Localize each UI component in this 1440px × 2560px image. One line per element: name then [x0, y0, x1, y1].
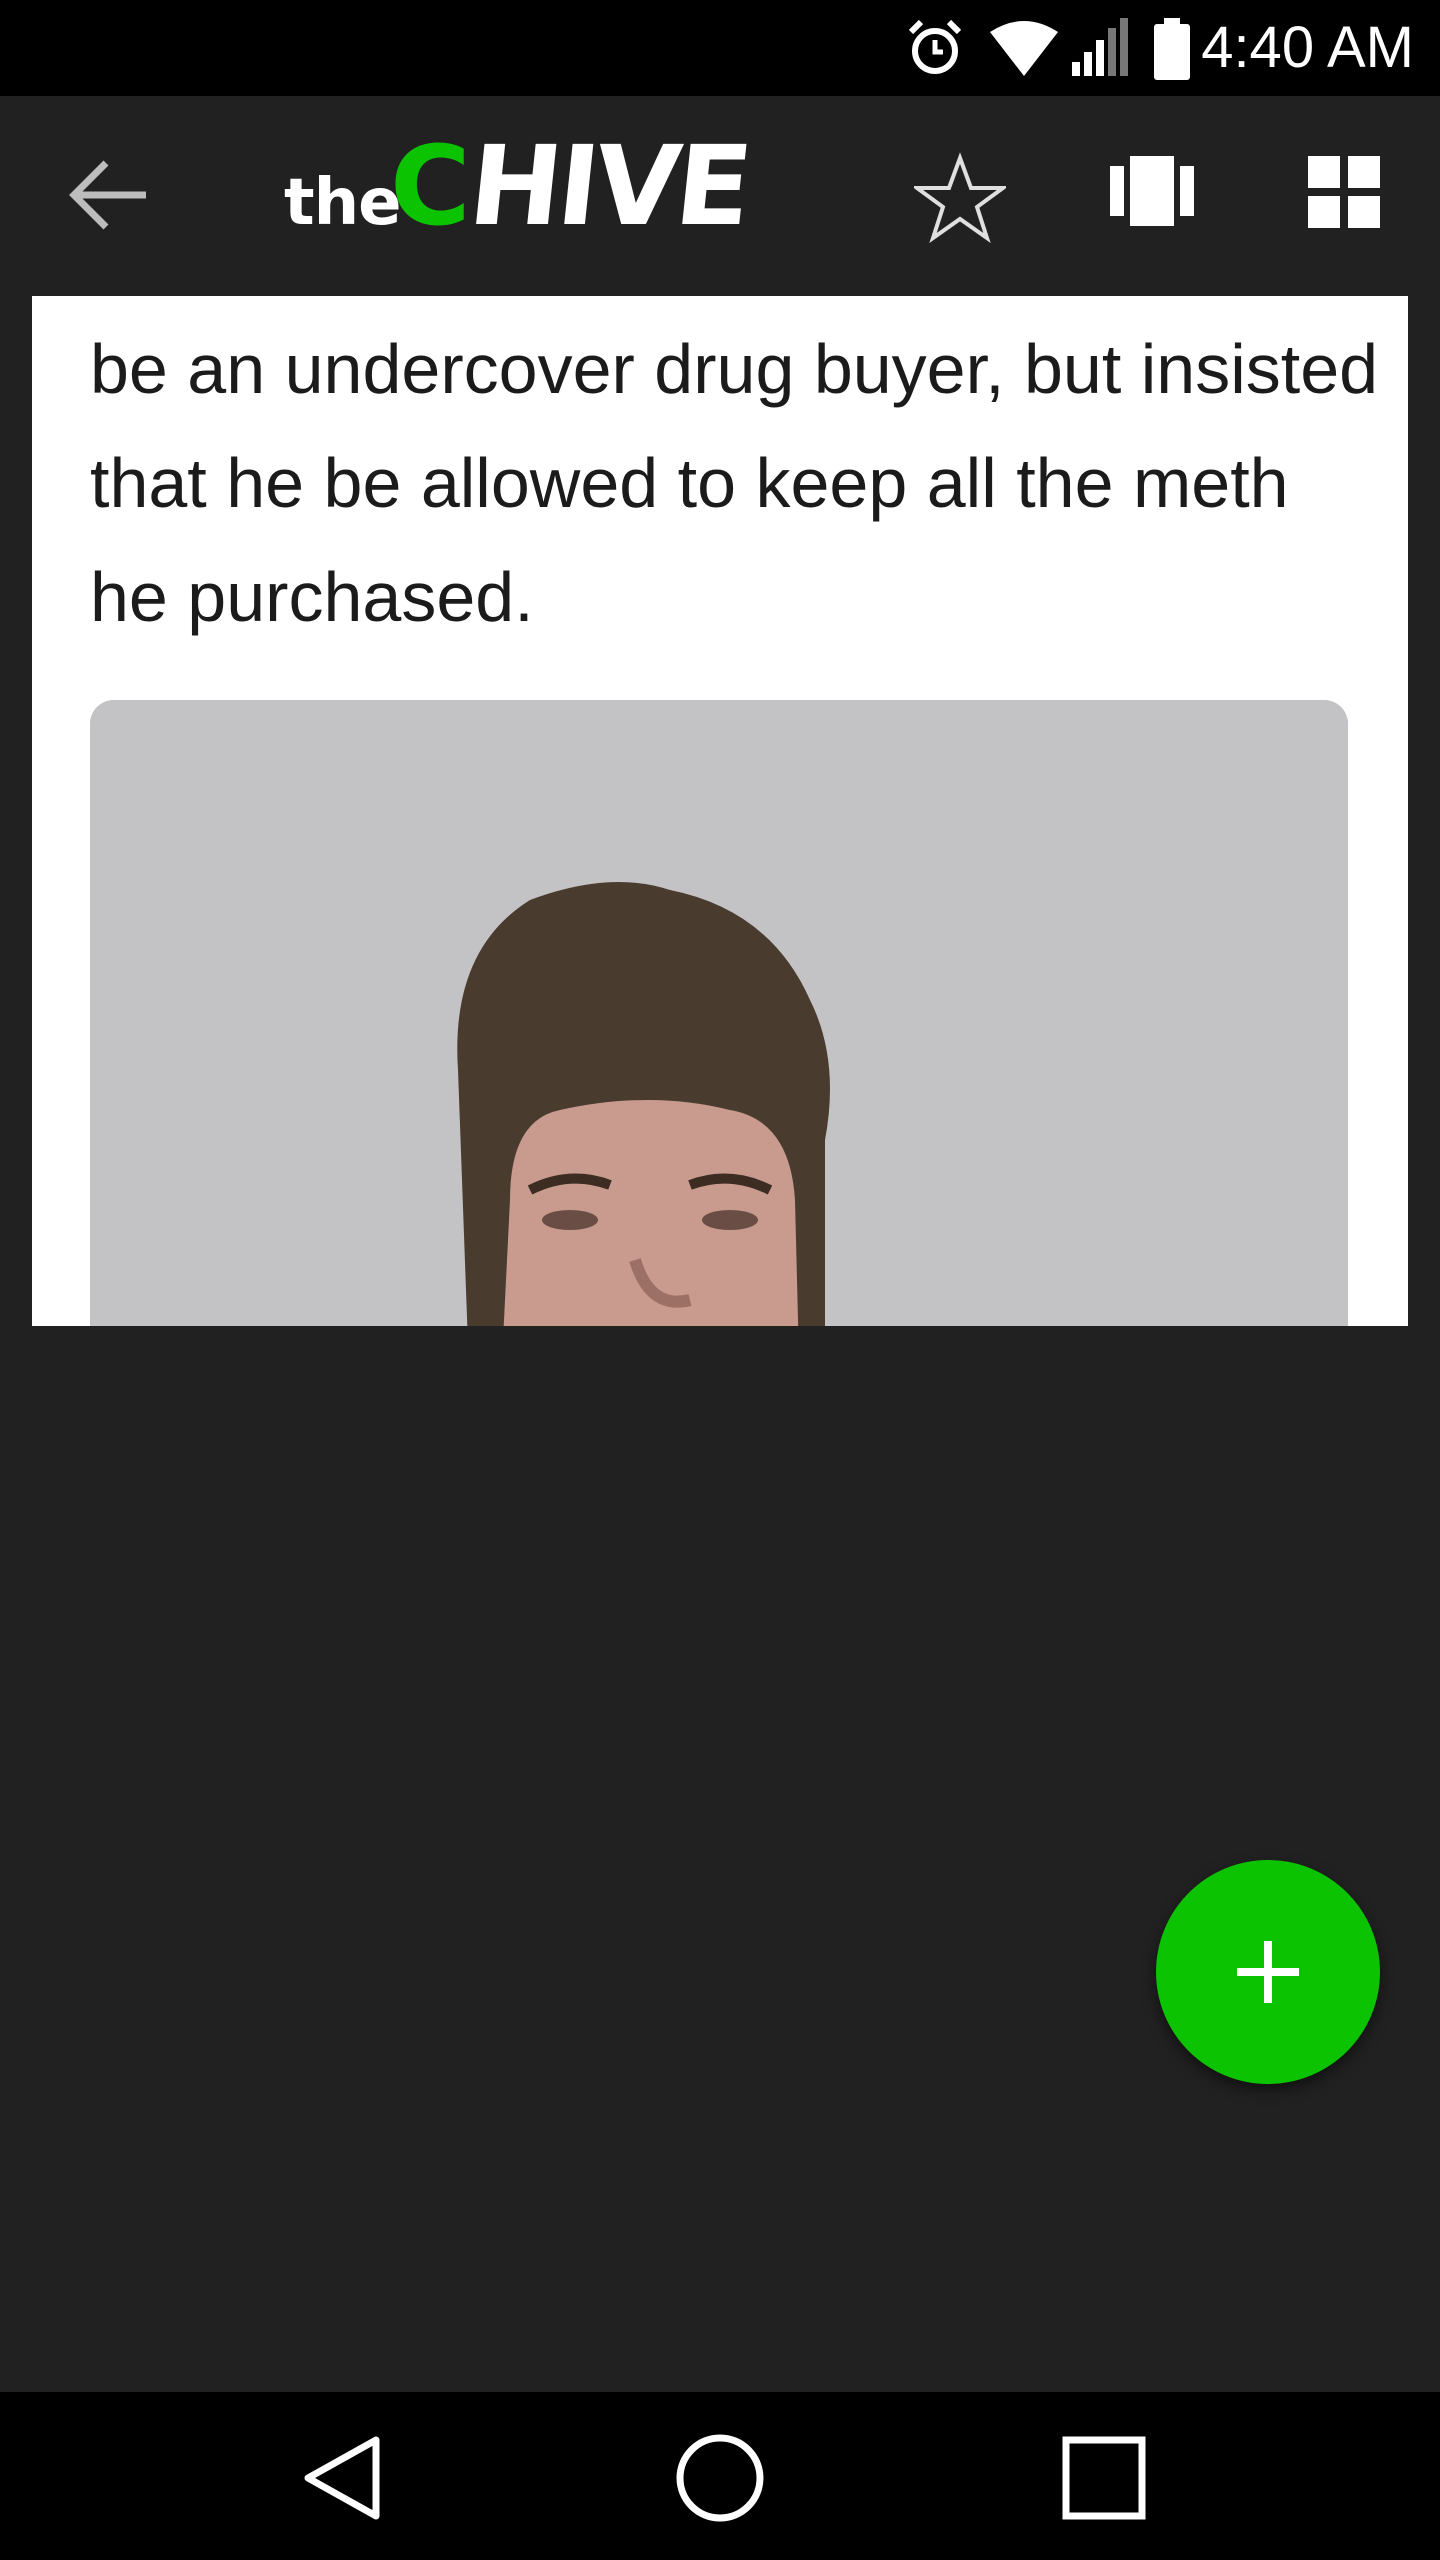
app-bar: the C HIVE	[0, 96, 1440, 296]
status-time: 4:40 AM	[1201, 15, 1414, 80]
alarm-icon	[908, 19, 962, 74]
star-icon[interactable]	[914, 152, 1006, 244]
signal-icon	[1072, 18, 1128, 76]
nav-recents-icon[interactable]	[1056, 2430, 1152, 2526]
post-card[interactable]: be an undercover drug buyer, but insiste…	[32, 296, 1408, 1326]
wifi-icon	[990, 21, 1058, 76]
logo-c: C	[390, 122, 471, 250]
thechive-logo: the C HIVE	[284, 122, 754, 256]
back-arrow-icon[interactable]	[60, 150, 160, 240]
card-view-icon[interactable]	[1110, 156, 1194, 226]
system-nav-bar	[0, 2392, 1440, 2560]
mugshot-photo[interactable]	[90, 700, 1348, 1326]
nav-back-icon[interactable]	[296, 2430, 392, 2526]
post-caption: be an undercover drug buyer, but insiste…	[90, 330, 1379, 636]
status-bar: 4:40 AM	[0, 0, 1440, 96]
add-fab-button[interactable]	[1156, 1860, 1380, 2084]
plus-icon	[1237, 1941, 1299, 2003]
grid-view-icon[interactable]	[1308, 156, 1380, 228]
logo-the: the	[284, 166, 402, 240]
nav-home-icon[interactable]	[672, 2430, 768, 2526]
battery-icon	[1154, 18, 1190, 80]
logo-hive: HIVE	[463, 122, 754, 250]
